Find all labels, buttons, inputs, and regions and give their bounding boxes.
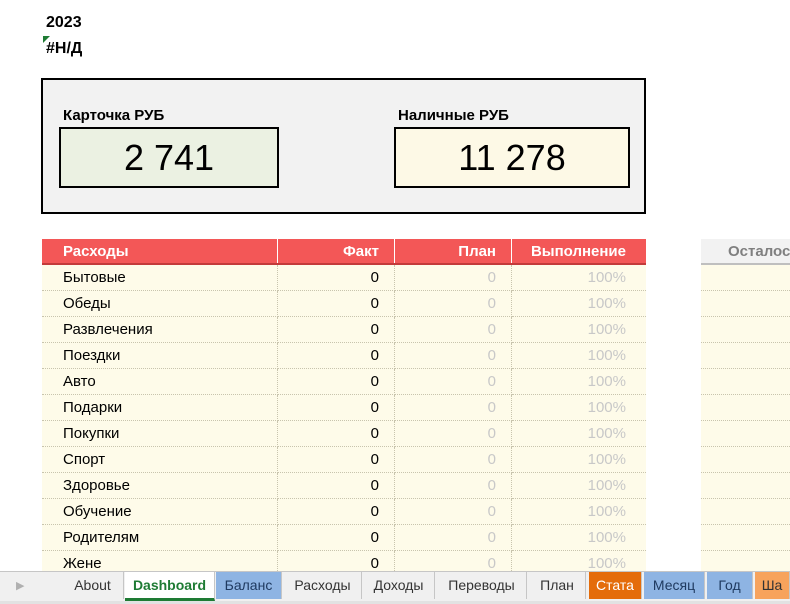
fact-cell[interactable]: 0 [278,369,395,395]
plan-cell[interactable]: 0 [395,525,512,551]
remaining-cell[interactable] [701,421,790,447]
table-row: Обучение 0 0 100% [42,499,646,525]
sheet-tab[interactable]: Dashboard [125,572,215,601]
expense-category-cell[interactable]: Обеды [42,291,278,317]
fact-cell[interactable]: 0 [278,447,395,473]
error-cell[interactable]: #Н/Д [46,40,82,58]
completion-cell[interactable]: 100% [512,395,646,421]
balance-summary-panel: Карточка РУБ 2 741 Наличные РУБ 11 278 [41,78,646,214]
remaining-table: Осталос [701,239,790,577]
remaining-cell[interactable] [701,291,790,317]
fact-cell[interactable]: 0 [278,265,395,291]
column-header-completion[interactable]: Выполнение [512,239,646,263]
column-header-plan[interactable]: План [395,239,512,263]
fact-cell[interactable]: 0 [278,317,395,343]
fact-cell[interactable]: 0 [278,421,395,447]
plan-cell[interactable]: 0 [395,317,512,343]
plan-cell[interactable]: 0 [395,265,512,291]
sheet-tab[interactable]: Баланс [216,572,282,599]
card-balance-value[interactable]: 2 741 [59,127,279,188]
remaining-cell[interactable] [701,447,790,473]
table-row: Развлечения 0 0 100% [42,317,646,343]
cash-balance-label: Наличные РУБ [398,107,509,124]
expense-category-cell[interactable]: Здоровье [42,473,278,499]
sheet-tab[interactable]: Переводы [437,572,527,599]
remaining-cell[interactable] [701,265,790,291]
triangle-right-icon[interactable]: ▶ [0,572,58,600]
sheet-tab[interactable]: Ша [755,572,790,599]
remaining-cell[interactable] [701,343,790,369]
table-row: Здоровье 0 0 100% [42,473,646,499]
remaining-cell[interactable] [701,317,790,343]
completion-cell[interactable]: 100% [512,291,646,317]
expenses-table-header: Расходы Факт План Выполнение [42,239,646,265]
expense-category-cell[interactable]: Авто [42,369,278,395]
expense-category-cell[interactable]: Подарки [42,395,278,421]
completion-cell[interactable]: 100% [512,421,646,447]
fact-cell[interactable]: 0 [278,291,395,317]
sheet-tab-bar: ▶ About Dashboard Баланс Расходы Доходы Перев… [0,571,790,604]
sheet-tab[interactable]: Год [707,572,753,599]
fact-cell[interactable]: 0 [278,395,395,421]
sheet-tab[interactable]: План [529,572,586,599]
plan-cell[interactable]: 0 [395,421,512,447]
completion-cell[interactable]: 100% [512,473,646,499]
remaining-cell[interactable] [701,395,790,421]
table-row: Обеды 0 0 100% [42,291,646,317]
fact-cell[interactable]: 0 [278,343,395,369]
sheet-tab[interactable]: Расходы [284,572,362,599]
expense-category-cell[interactable]: Бытовые [42,265,278,291]
table-row: Подарки 0 0 100% [42,395,646,421]
table-row: Покупки 0 0 100% [42,421,646,447]
remaining-cell[interactable] [701,499,790,525]
sheet-tab[interactable]: Месяц [644,572,705,599]
completion-cell[interactable]: 100% [512,525,646,551]
sheet-tab[interactable]: Доходы [363,572,435,599]
plan-cell[interactable]: 0 [395,447,512,473]
table-row: Поездки 0 0 100% [42,343,646,369]
expense-category-cell[interactable]: Родителям [42,525,278,551]
remaining-cell[interactable] [701,473,790,499]
expenses-table: Расходы Факт План Выполнение Бытовые 0 0 10… [42,239,646,577]
cash-balance-value[interactable]: 11 278 [394,127,630,188]
fact-cell[interactable]: 0 [278,499,395,525]
plan-cell[interactable]: 0 [395,343,512,369]
sheet-tab[interactable]: About [62,572,124,599]
completion-cell[interactable]: 100% [512,499,646,525]
plan-cell[interactable]: 0 [395,291,512,317]
table-row: Авто 0 0 100% [42,369,646,395]
plan-cell[interactable]: 0 [395,395,512,421]
table-row: Спорт 0 0 100% [42,447,646,473]
expense-category-cell[interactable]: Поездки [42,343,278,369]
fact-cell[interactable]: 0 [278,525,395,551]
card-balance-label: Карточка РУБ [63,107,165,124]
completion-cell[interactable]: 100% [512,343,646,369]
plan-cell[interactable]: 0 [395,473,512,499]
expense-category-cell[interactable]: Спорт [42,447,278,473]
completion-cell[interactable]: 100% [512,265,646,291]
completion-cell[interactable]: 100% [512,447,646,473]
column-header-fact[interactable]: Факт [278,239,395,263]
sheet-tab[interactable]: Стата [589,572,642,599]
plan-cell[interactable]: 0 [395,369,512,395]
plan-cell[interactable]: 0 [395,499,512,525]
remaining-cell[interactable] [701,525,790,551]
column-header-expenses[interactable]: Расходы [42,239,278,263]
expense-category-cell[interactable]: Обучение [42,499,278,525]
fact-cell[interactable]: 0 [278,473,395,499]
table-row: Родителям 0 0 100% [42,525,646,551]
completion-cell[interactable]: 100% [512,369,646,395]
year-cell[interactable]: 2023 [46,14,82,32]
table-row: Бытовые 0 0 100% [42,265,646,291]
expense-category-cell[interactable]: Покупки [42,421,278,447]
remaining-cell[interactable] [701,369,790,395]
completion-cell[interactable]: 100% [512,317,646,343]
column-header-remaining[interactable]: Осталос [701,239,790,265]
expense-category-cell[interactable]: Развлечения [42,317,278,343]
